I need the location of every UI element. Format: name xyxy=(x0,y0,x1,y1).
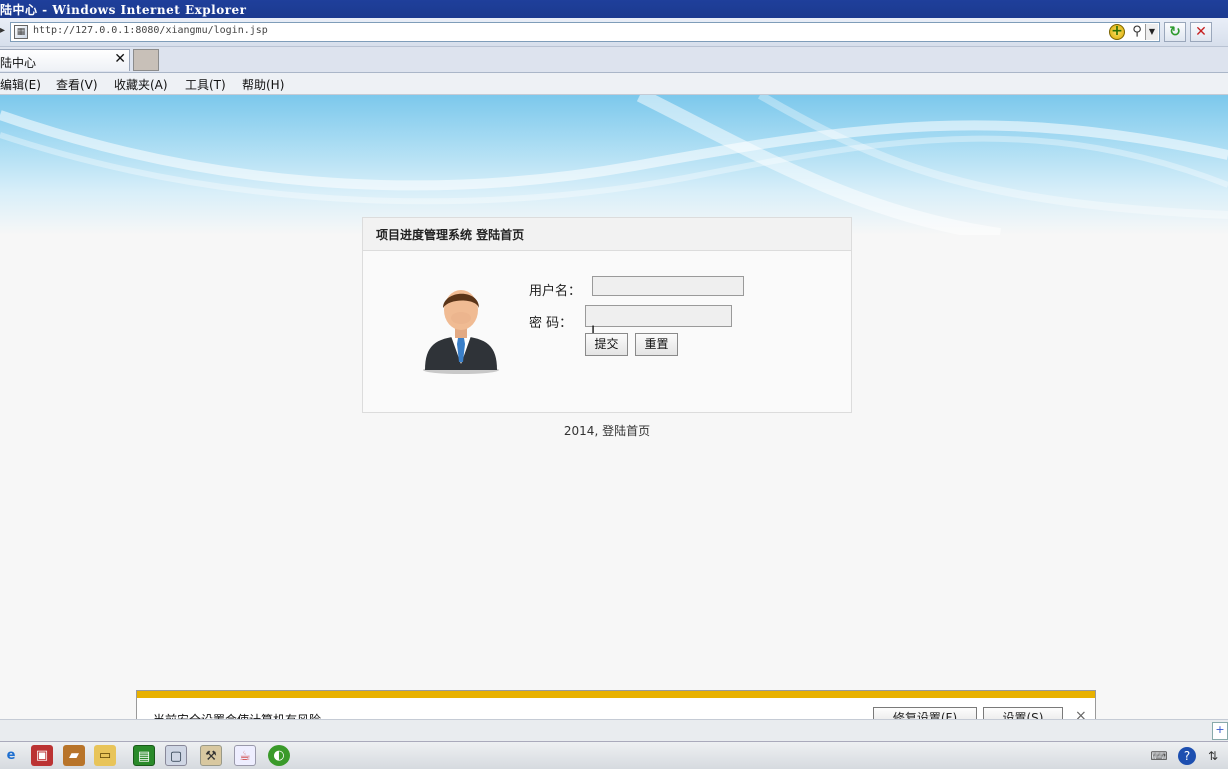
banner-swoosh-graphic xyxy=(0,95,1228,235)
address-dropdown-icon[interactable]: ▼ xyxy=(1145,24,1158,40)
refresh-icon: ↻ xyxy=(1169,24,1181,40)
sky-banner xyxy=(0,95,1228,235)
stop-icon: ✕ xyxy=(1195,24,1207,40)
username-label: 用户名： xyxy=(529,284,582,299)
password-input[interactable] xyxy=(585,305,732,327)
menu-view[interactable]: 查看(V) xyxy=(56,76,98,93)
password-label: 密 码： xyxy=(529,316,573,331)
window-title-bar: 陆中心 - Windows Internet Explorer xyxy=(0,0,1228,18)
menu-bar: 编辑(E) 查看(V) 收藏夹(A) 工具(T) 帮助(H) xyxy=(0,73,1228,95)
tab-bar: 陆中心 ✕ xyxy=(0,47,1228,73)
address-url[interactable]: http://127.0.0.1:8080/xiangmu/login.jsp xyxy=(33,25,268,36)
login-panel: 项目进度管理系统 登陆首页 用户名： 密 码： I 提交 重置 xyxy=(362,217,852,413)
book-icon[interactable]: ▰ xyxy=(63,745,85,766)
menu-edit[interactable]: 编辑(E) xyxy=(0,76,41,93)
app-icon[interactable]: ▣ xyxy=(31,745,53,766)
stop-button[interactable]: ✕ xyxy=(1190,22,1212,42)
page-footer: 2014, 登陆首页 xyxy=(563,424,651,438)
monitor-icon[interactable]: ▢ xyxy=(165,745,187,766)
warning-strip xyxy=(137,691,1095,698)
menu-favorites[interactable]: 收藏夹(A) xyxy=(114,76,168,93)
back-arrow-icon[interactable]: ▸ xyxy=(0,26,6,36)
ie-icon[interactable]: e xyxy=(0,745,22,766)
user-avatar-icon xyxy=(423,290,499,374)
new-tab-button[interactable] xyxy=(133,49,159,71)
submit-button[interactable]: 提交 xyxy=(585,333,628,356)
address-toolbar: ▸ ▦ http://127.0.0.1:8080/xiangmu/login.… xyxy=(0,18,1228,47)
help-icon[interactable]: ? xyxy=(1178,747,1196,765)
menu-help[interactable]: 帮助(H) xyxy=(242,76,284,93)
reset-button[interactable]: 重置 xyxy=(635,333,678,356)
tab-label: 陆中心 xyxy=(0,56,37,70)
green-app-icon[interactable]: ◐ xyxy=(268,745,290,766)
address-bar[interactable]: ▦ http://127.0.0.1:8080/xiangmu/login.js… xyxy=(10,22,1160,42)
tab-login-center[interactable]: 陆中心 ✕ xyxy=(0,49,130,71)
login-panel-header: 项目进度管理系统 登陆首页 xyxy=(363,218,851,251)
tools-icon[interactable]: ⚒ xyxy=(200,745,222,766)
spreadsheet-icon[interactable]: ▤ xyxy=(133,745,155,766)
status-bar: + xyxy=(0,719,1228,742)
refresh-button[interactable]: ↻ xyxy=(1164,22,1186,42)
go-button-icon[interactable]: + xyxy=(1109,24,1125,40)
folder-icon[interactable]: ▭ xyxy=(94,745,116,766)
menu-tools[interactable]: 工具(T) xyxy=(185,76,226,93)
zoom-icon[interactable]: + xyxy=(1212,722,1228,740)
network-icon[interactable]: ⇅ xyxy=(1204,747,1222,765)
java-icon[interactable]: ☕ xyxy=(234,745,256,766)
page-content: 项目进度管理系统 登陆首页 用户名： 密 码： I 提交 重置 2014, 登陆… xyxy=(0,95,1228,719)
tab-close-icon[interactable]: ✕ xyxy=(114,51,126,67)
taskbar: e ▣ ▰ ▭ ▤ ▢ ⚒ ☕ ◐ ⌨ ? ⇅ xyxy=(0,741,1228,769)
login-title: 项目进度管理系统 登陆首页 xyxy=(376,228,525,242)
username-input[interactable] xyxy=(592,276,744,296)
keyboard-icon[interactable]: ⌨ xyxy=(1150,747,1168,765)
page-icon: ▦ xyxy=(14,25,28,39)
window-title: 陆中心 - Windows Internet Explorer xyxy=(0,3,247,17)
search-icon[interactable]: ⚲ xyxy=(1129,24,1145,40)
